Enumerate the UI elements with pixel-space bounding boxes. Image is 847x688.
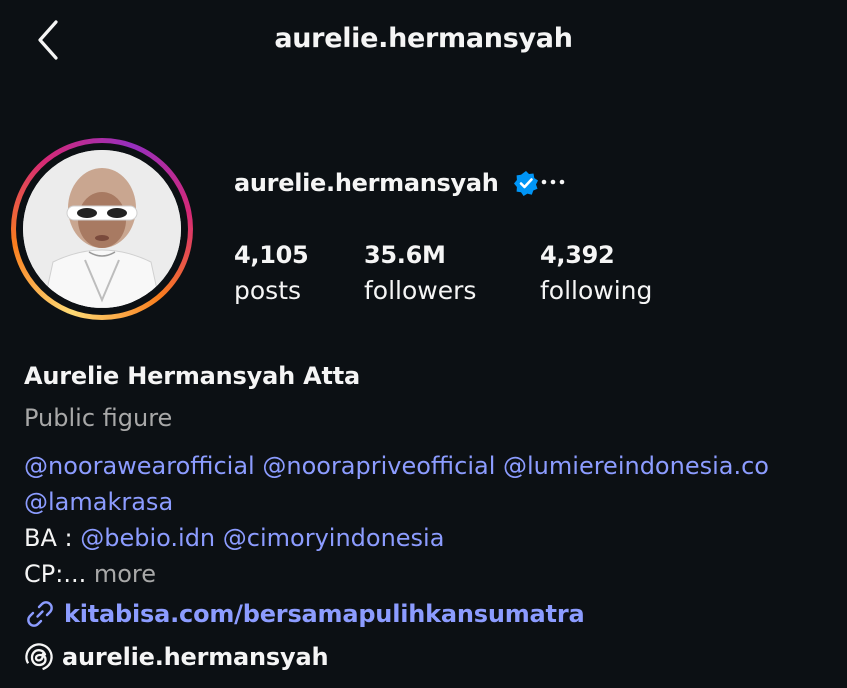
profile-avatar-story-ring[interactable] — [11, 138, 193, 320]
external-link[interactable]: kitabisa.com/bersamapulihkansumatra — [24, 598, 585, 630]
profile-category: Public figure — [24, 404, 173, 432]
profile-username: aurelie.hermansyah — [234, 169, 499, 197]
bio-mention-link[interactable]: @nooraprivеofficial — [262, 452, 495, 480]
profile-full-name: Aurelie Hermansyah Atta — [24, 362, 361, 390]
bio-line-2: @lamakrasa — [24, 484, 834, 520]
stat-followers-count: 35.6M — [364, 241, 446, 269]
bio-mention-link[interactable]: @lamakrasa — [24, 488, 173, 516]
stat-following-count: 4,392 — [540, 241, 615, 269]
bio-cp-text: CP:... — [24, 560, 94, 588]
stat-posts[interactable]: 4,105 posts — [234, 240, 309, 308]
profile-bio: @noorawearofficial @nooraprivеofficial @… — [24, 448, 834, 592]
threads-icon — [25, 643, 53, 671]
bio-mention-link[interactable]: @cimoryindonesia — [223, 524, 445, 552]
threads-username: aurelie.hermansyah — [62, 643, 329, 671]
stat-following-label: following — [540, 276, 653, 305]
link-icon — [27, 601, 53, 627]
stat-posts-label: posts — [234, 276, 302, 305]
ellipsis-icon — [541, 179, 565, 185]
verified-badge-icon — [513, 171, 538, 196]
bio-mention-link[interactable]: @noorawearofficial — [24, 452, 255, 480]
bio-line-3: BA : @bebio.idn @cimoryindonesia — [24, 520, 834, 556]
bio-mention-link[interactable]: @lumiereindonesia.co — [503, 452, 769, 480]
bio-line-4: CP:... more — [24, 556, 834, 592]
page-title: aurelie.hermansyah — [274, 23, 573, 54]
threads-profile-link[interactable]: aurelie.hermansyah — [24, 642, 329, 672]
stat-followers-label: followers — [364, 276, 477, 305]
stat-following[interactable]: 4,392 following — [540, 240, 652, 308]
more-options-button[interactable] — [540, 166, 566, 198]
external-link-text: kitabisa.com/bersamapulihkansumatra — [64, 600, 585, 628]
bio-ba-prefix: BA : — [24, 524, 81, 552]
stat-followers[interactable]: 35.6M followers — [364, 240, 476, 308]
username-row: aurelie.hermansyah — [234, 166, 539, 200]
stat-posts-count: 4,105 — [234, 241, 309, 269]
avatar — [23, 150, 181, 308]
top-bar: aurelie.hermansyah — [0, 0, 847, 84]
bio-more-button[interactable]: more — [94, 560, 156, 588]
bio-mention-link[interactable]: @bebio.idn — [80, 524, 215, 552]
bio-line-1: @noorawearofficial @nooraprivеofficial @… — [24, 448, 834, 484]
